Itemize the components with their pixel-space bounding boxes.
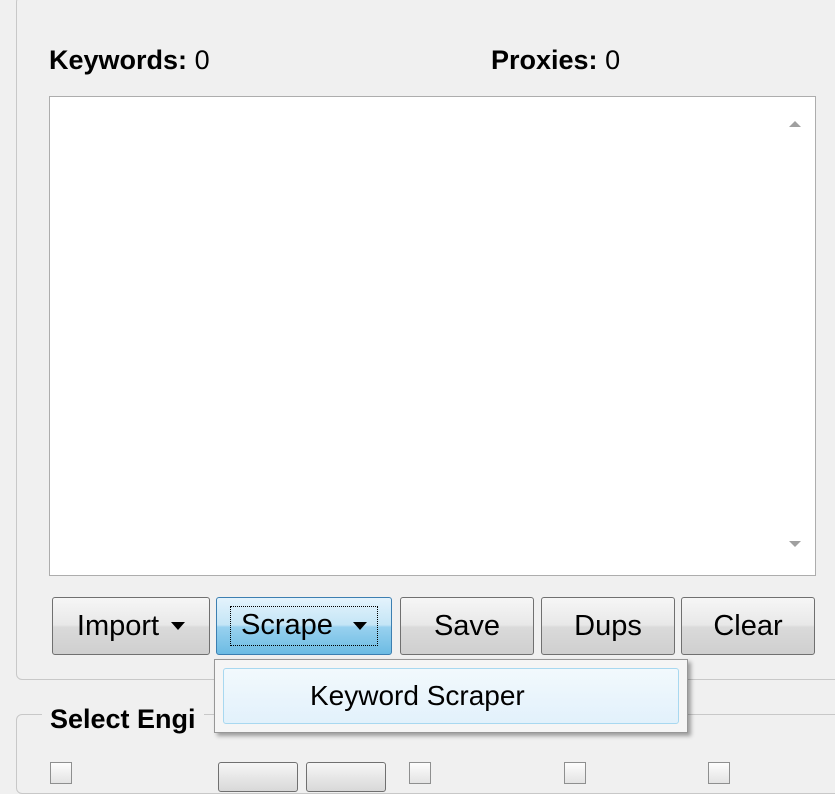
scrape-button-focus: Scrape [230, 606, 378, 646]
save-button-label: Save [433, 609, 501, 642]
engine-settings-button[interactable] [306, 762, 386, 792]
keywords-label: Keywords: [49, 45, 188, 75]
scroll-up-arrow-icon[interactable] [789, 121, 801, 127]
clear-button-label: Clear [713, 609, 783, 642]
engine-checkbox[interactable] [409, 762, 431, 784]
scroll-down-arrow-icon[interactable] [789, 541, 801, 547]
engine-checkbox[interactable] [50, 762, 72, 784]
engine-checkbox[interactable] [708, 762, 730, 784]
import-button[interactable]: Import [52, 597, 210, 655]
menu-item-label: Keyword Scraper [310, 680, 525, 711]
dups-button[interactable]: Dups [541, 597, 675, 655]
engine-options-row [0, 762, 835, 792]
import-button-label: Import [76, 609, 160, 642]
dropdown-caret-icon [352, 622, 367, 631]
keywords-count: Keywords: 0 [49, 45, 210, 76]
proxies-value: 0 [605, 45, 621, 75]
clear-button[interactable]: Clear [681, 597, 815, 655]
keywords-textarea[interactable] [49, 96, 816, 576]
save-button[interactable]: Save [400, 597, 534, 655]
dropdown-caret-icon [171, 622, 186, 630]
proxies-label: Proxies: [491, 45, 598, 75]
engines-group-legend: Select Engi [42, 704, 204, 735]
engine-checkbox[interactable] [564, 762, 586, 784]
scrape-button[interactable]: Scrape [216, 597, 392, 655]
dups-button-label: Dups [574, 609, 642, 642]
proxies-count: Proxies: 0 [491, 45, 620, 76]
menu-item-keyword-scraper[interactable]: Keyword Scraper [223, 668, 679, 724]
keywords-value: 0 [194, 45, 210, 75]
scrape-button-label: Scrape [241, 609, 333, 641]
engine-settings-button[interactable] [218, 762, 298, 792]
scrape-dropdown-menu: Keyword Scraper [214, 659, 688, 733]
